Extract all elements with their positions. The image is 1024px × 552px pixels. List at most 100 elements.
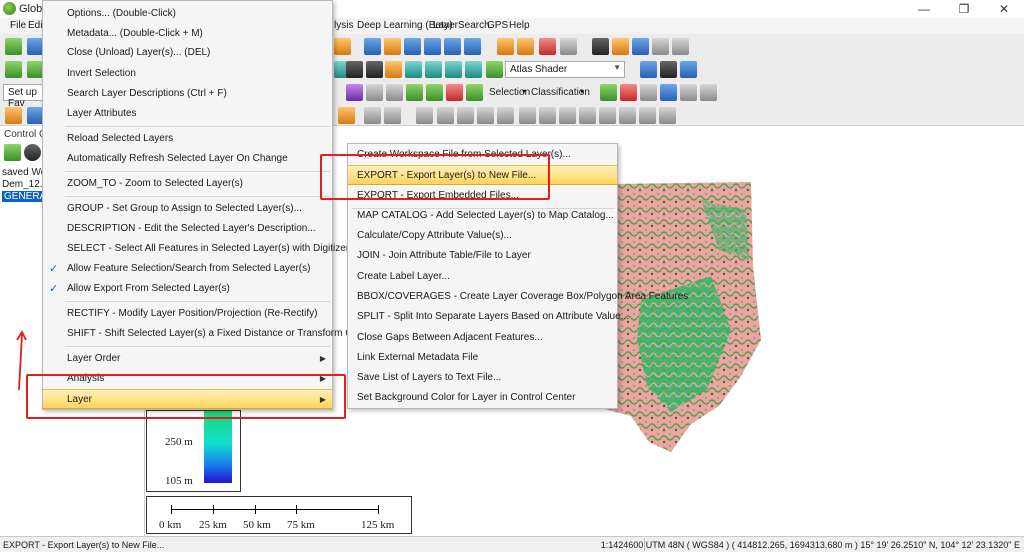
menu-item-layer-attributes[interactable]: Layer Attributes xyxy=(43,104,332,124)
menu-item-description[interactable]: DESCRIPTION - Edit the Selected Layer's … xyxy=(43,219,332,239)
line-icon[interactable] xyxy=(519,107,536,124)
attach-icon[interactable] xyxy=(579,107,596,124)
zoom-box-icon[interactable] xyxy=(364,38,381,55)
menu-item-group[interactable]: GROUP - Set Group to Assign to Selected … xyxy=(43,199,332,219)
aspect-icon[interactable] xyxy=(445,61,462,78)
path-icon[interactable] xyxy=(599,107,616,124)
open-icon[interactable] xyxy=(5,38,22,55)
terrain-edit-icon[interactable] xyxy=(426,84,443,101)
menu-item-layer[interactable]: Layer ▶ xyxy=(43,389,332,409)
edit-pencil-icon[interactable] xyxy=(497,38,514,55)
minimize-button[interactable]: — xyxy=(904,0,944,18)
delete-x-icon[interactable] xyxy=(539,38,556,55)
menu-item-shift[interactable]: SHIFT - Shift Selected Layer(s) a Fixed … xyxy=(43,324,408,344)
vector-tool-icon[interactable] xyxy=(346,84,363,101)
brush-icon[interactable] xyxy=(364,107,381,124)
menu-item-reload-layers[interactable]: Reload Selected Layers xyxy=(43,129,332,149)
menu-item-close-layers[interactable]: Close (Unload) Layer(s)... (DEL) xyxy=(43,43,332,63)
move-vertex-icon[interactable] xyxy=(437,107,454,124)
menu-item-analysis[interactable]: Analysis ▶ xyxy=(43,369,332,389)
menu-item-layer-order[interactable]: Layer Order ▶ xyxy=(43,349,332,369)
edit-vertex-icon[interactable] xyxy=(517,38,534,55)
device-icon[interactable] xyxy=(672,38,689,55)
route-icon[interactable] xyxy=(660,84,677,101)
tree-icon[interactable] xyxy=(406,84,423,101)
add-layer-icon[interactable] xyxy=(4,144,21,161)
measure-line-icon[interactable] xyxy=(659,107,676,124)
play-icon[interactable] xyxy=(600,84,617,101)
square-icon[interactable] xyxy=(619,107,636,124)
car-icon[interactable] xyxy=(640,84,657,101)
submenu-item-map-catalog[interactable]: MAP CATALOG - Add Selected Layer(s) to M… xyxy=(348,206,617,226)
submenu-item-save-layer-list[interactable]: Save List of Layers to Text File... xyxy=(348,368,617,388)
maximize-button[interactable]: ❐ xyxy=(944,0,984,18)
submenu-item-create-workspace[interactable]: Create Workspace File from Selected Laye… xyxy=(348,145,617,165)
grid-icon[interactable] xyxy=(366,61,383,78)
more-options-icon[interactable] xyxy=(24,144,41,161)
favorites-select[interactable]: Set up Fav xyxy=(3,84,43,109)
submenu-item-export-layers[interactable]: EXPORT - Export Layer(s) to New File... xyxy=(348,165,617,185)
menu-item-rectify[interactable]: RECTIFY - Modify Layer Position/Projecti… xyxy=(43,304,332,324)
erase-icon[interactable] xyxy=(639,107,656,124)
submenu-item-split[interactable]: SPLIT - Split Into Separate Layers Based… xyxy=(348,307,629,327)
menu-item-allow-export[interactable]: ✓ Allow Export From Selected Layer(s) xyxy=(43,279,332,299)
zoom-out-icon[interactable] xyxy=(424,38,441,55)
move-icon[interactable] xyxy=(416,107,433,124)
record-icon[interactable] xyxy=(620,84,637,101)
menu-item-auto-refresh[interactable]: Automatically Refresh Selected Layer On … xyxy=(43,149,332,169)
menu-gps[interactable]: GPS xyxy=(487,20,508,31)
atlas-shader-icon[interactable] xyxy=(486,61,503,78)
hillshade-icon[interactable] xyxy=(465,61,482,78)
mound-icon[interactable] xyxy=(446,84,463,101)
terrain-icon[interactable] xyxy=(5,61,22,78)
menu-item-metadata[interactable]: Metadata... (Double-Click + M) xyxy=(43,24,332,44)
rotate-icon[interactable] xyxy=(457,107,474,124)
menu-file[interactable]: File xyxy=(10,20,26,31)
menu-item-zoom-to[interactable]: ZOOM_TO - Zoom to Selected Layer(s) xyxy=(43,174,332,194)
submenu-item-join[interactable]: JOIN - Join Attribute Table/File to Laye… xyxy=(348,246,617,266)
sun-icon[interactable] xyxy=(680,61,697,78)
measure-icon[interactable] xyxy=(592,38,609,55)
contour-icon[interactable] xyxy=(346,61,363,78)
menu-help[interactable]: Help xyxy=(509,20,530,31)
polyline-icon[interactable] xyxy=(539,107,556,124)
reshape-icon[interactable] xyxy=(477,107,494,124)
settings-gear-icon[interactable] xyxy=(660,61,677,78)
submenu-item-background-color[interactable]: Set Background Color for Layer in Contro… xyxy=(348,388,617,408)
back-arrow-icon[interactable] xyxy=(444,38,461,55)
home-icon[interactable] xyxy=(464,38,481,55)
submenu-item-create-label[interactable]: Create Label Layer... xyxy=(348,267,617,287)
menu-item-select-all[interactable]: SELECT - Select All Features in Selected… xyxy=(43,239,370,259)
menu-layer[interactable]: Layer xyxy=(433,20,458,31)
info-icon[interactable] xyxy=(632,38,649,55)
triangle-icon[interactable] xyxy=(366,84,383,101)
remove-waypoint-icon[interactable] xyxy=(700,84,717,101)
cluster-icon[interactable] xyxy=(466,84,483,101)
slope-icon[interactable] xyxy=(425,61,442,78)
add-waypoint-icon[interactable] xyxy=(680,84,697,101)
percent-icon[interactable] xyxy=(385,61,402,78)
submenu-item-link-metadata[interactable]: Link External Metadata File xyxy=(348,348,617,368)
submenu-item-close-gaps[interactable]: Close Gaps Between Adjacent Features... xyxy=(348,328,617,348)
menu-search[interactable]: Search xyxy=(458,20,490,31)
draw-icon[interactable] xyxy=(559,107,576,124)
menu-item-search-descriptions[interactable]: Search Layer Descriptions (Ctrl + F) xyxy=(43,84,332,104)
split-icon[interactable] xyxy=(497,107,514,124)
close-button[interactable]: ✕ xyxy=(984,0,1024,18)
pencil-edit-icon[interactable] xyxy=(384,107,401,124)
feature-info-icon[interactable] xyxy=(560,38,577,55)
digitizer-icon[interactable] xyxy=(5,107,22,124)
submenu-item-bbox-coverages[interactable]: BBOX/COVERAGES - Create Layer Coverage B… xyxy=(348,287,688,307)
menu-item-invert-selection[interactable]: Invert Selection xyxy=(43,64,332,84)
submenu-item-export-embedded[interactable]: EXPORT - Export Embedded Files... xyxy=(348,186,617,206)
node-icon[interactable] xyxy=(386,84,403,101)
menu-analysis[interactable]: lysis xyxy=(334,20,353,31)
shader-select[interactable]: Atlas Shader ▼ xyxy=(505,61,625,78)
ruler-icon[interactable] xyxy=(612,38,629,55)
submenu-item-calculate-attribute[interactable]: Calculate/Copy Attribute Value(s)... xyxy=(348,226,617,246)
globe-3d-icon[interactable] xyxy=(640,61,657,78)
menu-item-allow-feature-selection[interactable]: ✓ Allow Feature Selection/Search from Se… xyxy=(43,259,332,279)
elevation-icon[interactable] xyxy=(405,61,422,78)
cloud-icon[interactable] xyxy=(338,107,355,124)
tool-icon[interactable] xyxy=(652,38,669,55)
